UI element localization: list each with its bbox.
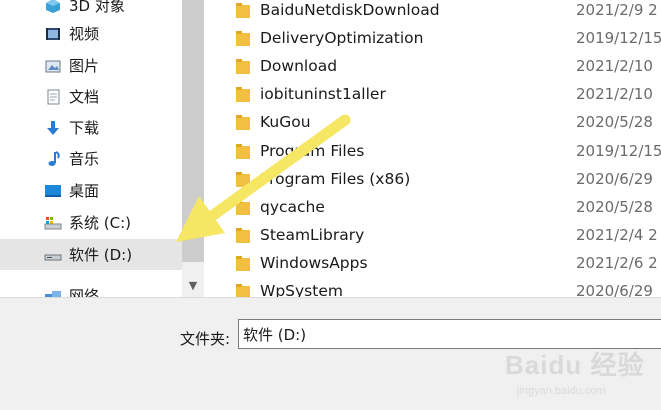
nav-scrollbar-thumb[interactable] — [182, 0, 204, 262]
file-name: qycache — [260, 197, 325, 216]
file-date: 2021/2/9 2 — [576, 1, 658, 19]
file-name: WindowsApps — [260, 253, 368, 272]
folder-icon — [236, 115, 250, 131]
navigation-pane: 3D 对象 视频 图片 文档 下载 音乐 桌面 系统 (C:) 软件 (D:) … — [0, 0, 182, 297]
folder-icon — [236, 199, 250, 215]
music-icon — [44, 150, 62, 168]
file-list: BaiduNetdiskDownload 2021/2/9 2 DeliveryOp… — [204, 0, 661, 297]
file-row[interactable]: Program Files (x86) 2020/6/29 — [204, 166, 661, 194]
nav-item-label: 下载 — [69, 119, 100, 137]
download-icon — [44, 119, 62, 137]
nav-item-label: 音乐 — [69, 150, 100, 168]
file-date: 2020/6/29 — [576, 282, 653, 297]
nav-item-system-drive[interactable]: 系统 (C:) — [0, 207, 182, 238]
file-date: 2021/2/6 2 — [576, 253, 658, 272]
file-name: iobituninst1aller — [260, 85, 386, 104]
folder-icon — [236, 3, 250, 18]
file-row[interactable]: SteamLibrary 2021/2/4 2 — [204, 222, 661, 250]
folder-icon — [236, 59, 250, 75]
file-name: Program Files — [260, 141, 365, 160]
file-name: Download — [260, 57, 338, 76]
file-date: 2019/12/15 — [576, 29, 661, 48]
chevron-down-icon[interactable]: ▼ — [182, 274, 204, 296]
nav-item-label: 文档 — [69, 88, 100, 106]
file-row[interactable]: iobituninst1aller 2021/2/10 — [204, 81, 661, 109]
folder-icon — [236, 171, 250, 187]
file-date: 2020/5/28 — [576, 113, 653, 132]
nav-item-label: 视频 — [69, 25, 100, 43]
watermark-brand: Baidu 经验 — [505, 350, 645, 380]
drive-icon — [44, 246, 62, 264]
file-date: 2019/12/15 — [576, 141, 661, 160]
folder-label: 文件夹: — [180, 330, 231, 348]
file-row[interactable]: BaiduNetdiskDownload 2021/2/9 2 — [204, 0, 661, 25]
folder-icon — [236, 31, 250, 47]
file-date: 2021/2/10 — [576, 85, 653, 104]
nav-item-downloads[interactable]: 下载 — [0, 112, 182, 143]
file-date: 2021/2/4 2 — [576, 225, 658, 244]
file-name: BaiduNetdiskDownload — [260, 1, 440, 19]
folder-icon — [236, 284, 250, 297]
folder-icon — [236, 227, 250, 243]
file-name: Program Files (x86) — [260, 169, 411, 188]
file-row[interactable]: WpSystem 2020/6/29 — [204, 278, 661, 297]
nav-item-label: 网络 — [69, 287, 100, 297]
nav-item-software-drive[interactable]: 软件 (D:) — [0, 239, 182, 270]
file-row[interactable]: Download 2021/2/10 — [204, 53, 661, 81]
documents-icon — [44, 88, 62, 106]
nav-item-label: 桌面 — [69, 182, 100, 200]
file-name: WpSystem — [260, 282, 343, 297]
file-date: 2021/2/10 — [576, 57, 653, 76]
file-name: SteamLibrary — [260, 225, 365, 244]
file-name: DeliveryOptimization — [260, 29, 424, 48]
video-icon — [44, 25, 62, 43]
system-drive-icon — [44, 214, 62, 232]
nav-item-label: 3D 对象 — [69, 0, 125, 15]
file-row[interactable]: Program Files 2019/12/15 — [204, 138, 661, 166]
file-name: KuGou — [260, 113, 311, 132]
pictures-icon — [44, 57, 62, 75]
nav-item-label: 系统 (C:) — [69, 214, 131, 232]
nav-scrollbar[interactable]: ▼ — [182, 0, 204, 297]
nav-item-documents[interactable]: 文档 — [0, 81, 182, 112]
folder-icon — [236, 255, 250, 271]
watermark-url: jingyan.baidu.com — [517, 385, 606, 397]
file-row[interactable]: WindowsApps 2021/2/6 2 — [204, 250, 661, 278]
nav-item-desktop[interactable]: 桌面 — [0, 175, 182, 206]
nav-item-music[interactable]: 音乐 — [0, 143, 182, 174]
network-icon — [44, 287, 62, 297]
3d-objects-icon — [44, 0, 62, 15]
file-row[interactable]: DeliveryOptimization 2019/12/15 — [204, 25, 661, 53]
folder-icon — [236, 87, 250, 103]
desktop-icon — [44, 182, 62, 200]
nav-item-videos[interactable]: 视频 — [0, 18, 182, 49]
file-date: 2020/5/28 — [576, 197, 653, 216]
nav-item-label: 软件 (D:) — [69, 246, 133, 264]
file-date: 2020/6/29 — [576, 169, 653, 188]
folder-icon — [236, 143, 250, 159]
file-row[interactable]: qycache 2020/5/28 — [204, 194, 661, 222]
file-row[interactable]: KuGou 2020/5/28 — [204, 109, 661, 137]
nav-item-pictures[interactable]: 图片 — [0, 50, 182, 81]
nav-item-label: 图片 — [69, 57, 100, 75]
baidu-jingyan-watermark: Baidu 经验 jingyan.baidu.com — [505, 345, 655, 405]
nav-item-network[interactable]: 网络 — [0, 280, 182, 297]
